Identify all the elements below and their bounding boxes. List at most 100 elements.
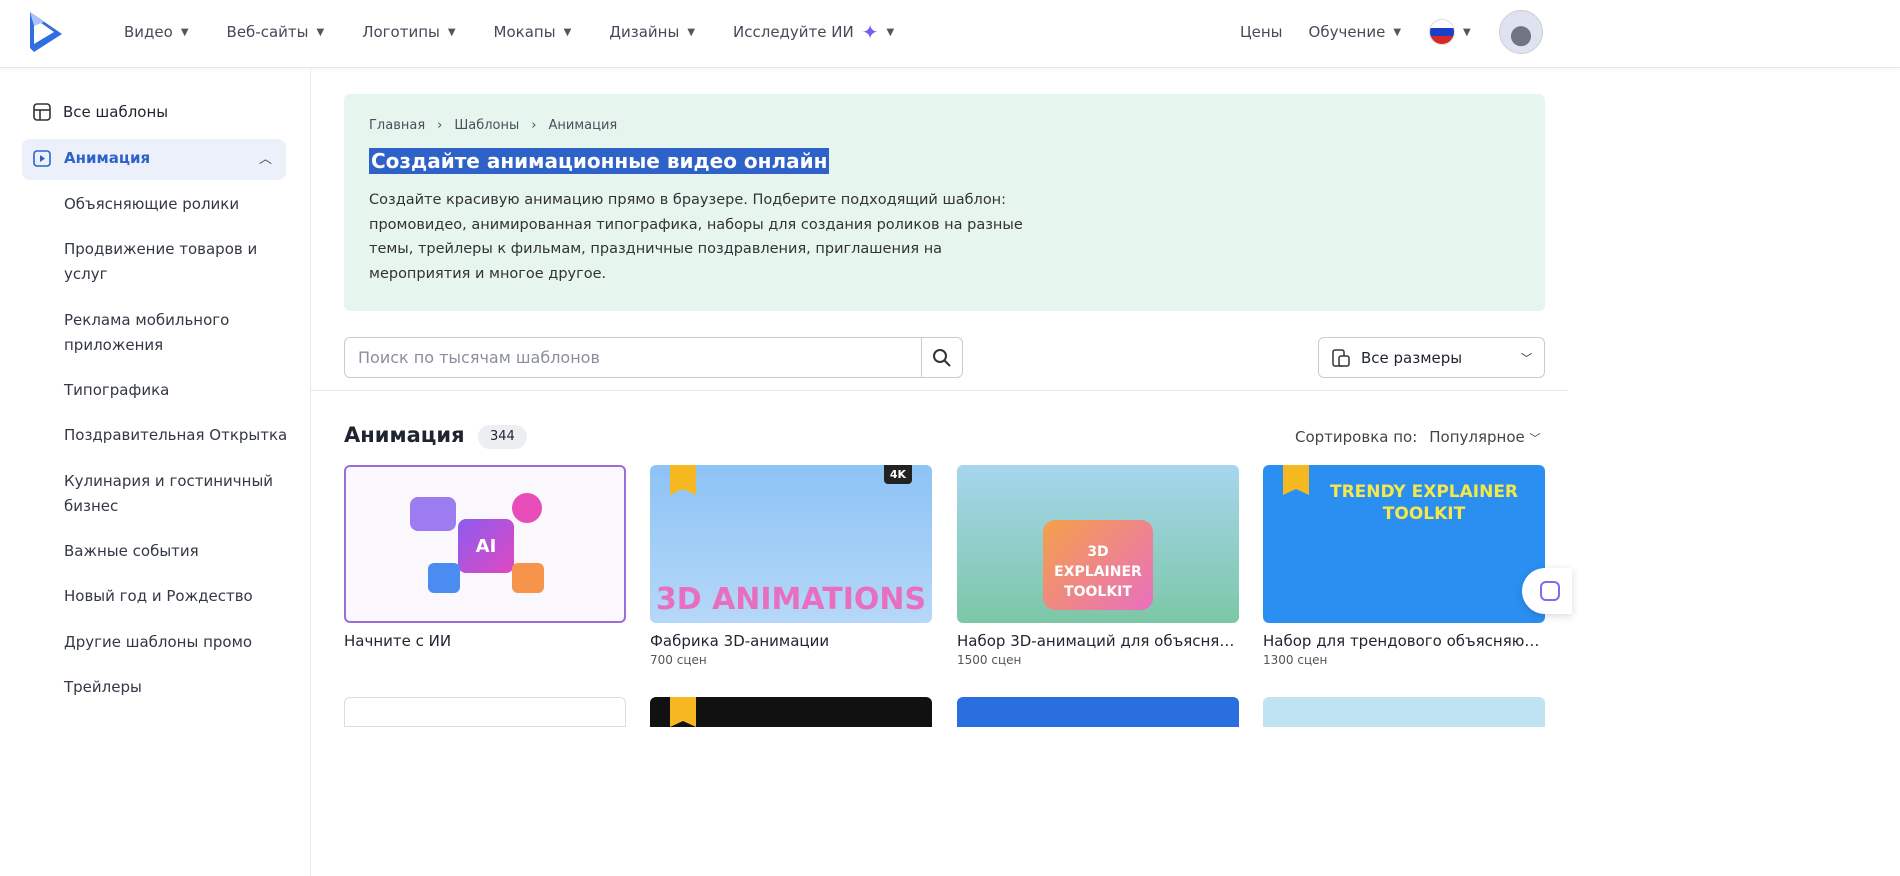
nav-pricing[interactable]: Цены (1240, 23, 1283, 41)
search-button[interactable] (921, 338, 962, 377)
template-card[interactable]: 4K 3D ANIMATIONS Фабрика 3D-анимации 700… (650, 465, 932, 667)
card-title: Набор для трендового объясняющего ролика (1263, 632, 1545, 650)
grid-icon (33, 103, 51, 121)
sort-label: Сортировка по: (1295, 428, 1418, 446)
sidebar-subitem[interactable]: Объясняющие ролики (64, 192, 294, 217)
card-thumbnail: TRENDY EXPLAINER TOOLKIT (1263, 465, 1545, 623)
sidebar-label: Все шаблоны (63, 103, 169, 121)
resize-icon (1332, 348, 1350, 367)
nav-websites[interactable]: Веб-сайты ▼ (227, 23, 325, 41)
caret-down-icon: ▼ (447, 26, 456, 38)
sidebar-subitem[interactable]: Поздравительная Открытка (64, 423, 294, 448)
card-title: Фабрика 3D-анимации (650, 632, 830, 650)
sidebar-subitem[interactable]: Новый год и Рождество (64, 584, 294, 609)
russia-flag-icon (1429, 19, 1456, 45)
sidebar: Все шаблоны Анимация ︿ Объясняющие ролик… (0, 69, 311, 876)
sparkle-icon: ✦ (861, 20, 879, 44)
nav-designs[interactable]: Дизайны ▼ (609, 23, 695, 41)
template-card[interactable] (650, 697, 932, 727)
sort-control: Сортировка по: Популярное ﹀ (1295, 428, 1541, 446)
card-scene-count: 700 сцен (650, 653, 707, 667)
template-card[interactable] (957, 697, 1239, 727)
search-icon (933, 348, 951, 367)
chevron-up-icon: ︿ (258, 152, 272, 167)
premium-crown-icon (670, 465, 696, 495)
size-filter-value: Все размеры (1361, 348, 1463, 367)
card-scene-count: 1500 сцен (957, 653, 1022, 667)
template-card[interactable]: 3D EXPLAINER TOOLKIT Набор 3D-анимаций д… (957, 465, 1239, 667)
page-description: Создайте красивую анимацию прямо в брауз… (369, 192, 1023, 282)
template-card[interactable]: AI Начните с ИИ (344, 465, 626, 650)
chevron-down-icon: ﹀ (1521, 351, 1532, 365)
caret-down-icon: ▼ (563, 26, 572, 38)
logo[interactable] (28, 12, 64, 56)
sidebar-subitem[interactable]: Продвижение товаров и услуг (64, 237, 294, 287)
card-title: Набор 3D-анимаций для объясняющих ролико… (957, 632, 1239, 650)
premium-crown-icon (1283, 465, 1309, 495)
breadcrumb-current: Анимация (548, 118, 618, 133)
language-selector[interactable]: ▼ (1429, 19, 1471, 45)
thumbnail-text: TRENDY EXPLAINER TOOLKIT (1329, 482, 1519, 524)
nav-video[interactable]: Видео ▼ (124, 23, 189, 41)
nav-label: Мокапы (493, 23, 556, 41)
nav-label: Логотипы (362, 23, 440, 41)
top-header: Видео ▼ Веб-сайты ▼ Логотипы ▼ Мокапы ▼ Диза… (0, 0, 1900, 68)
nav-label: Цены (1240, 23, 1283, 41)
sidebar-subitem[interactable]: Другие шаблоны промо (64, 630, 294, 655)
chevron-down-icon: ﹀ (1529, 432, 1541, 445)
sort-dropdown[interactable]: Популярное ﹀ (1429, 428, 1540, 446)
template-card[interactable] (344, 697, 626, 727)
nav-label: Исследуйте ИИ (733, 23, 854, 41)
sidebar-subitem[interactable]: Трейлеры (64, 675, 294, 700)
caret-down-icon: ▼ (687, 26, 696, 38)
chevron-right-icon: › (437, 118, 443, 133)
breadcrumb: Главная › Шаблоны › Анимация (369, 118, 617, 133)
section-title: Анимация (344, 423, 465, 447)
sidebar-subitem[interactable]: Типографика (64, 378, 294, 403)
premium-crown-icon (670, 697, 696, 727)
nav-label: Видео (124, 23, 173, 41)
size-filter-dropdown[interactable]: Все размеры ﹀ (1318, 337, 1545, 378)
card-scene-count: 1300 сцен (1263, 653, 1328, 667)
template-card[interactable] (1263, 697, 1545, 727)
caret-down-icon: ▼ (180, 26, 189, 38)
ai-assistant-button[interactable] (1522, 568, 1572, 614)
divider (311, 390, 1568, 391)
4k-badge: 4K (883, 465, 912, 484)
nav-mockups[interactable]: Мокапы ▼ (494, 23, 572, 41)
sort-value: Популярное (1429, 428, 1525, 446)
nav-label: Дизайны (609, 23, 680, 41)
search-input[interactable] (345, 338, 921, 377)
breadcrumb-home[interactable]: Главная (369, 118, 425, 133)
card-thumbnail: 3D EXPLAINER TOOLKIT (957, 465, 1239, 623)
nav-explore-ai[interactable]: Исследуйте ИИ ✦ ▼ (733, 20, 894, 44)
ai-icon: AI (458, 519, 514, 573)
thumbnail-text: 3D EXPLAINER TOOLKIT (1043, 520, 1153, 610)
caret-down-icon: ▼ (1393, 26, 1402, 38)
user-avatar[interactable] (1498, 10, 1543, 54)
search-bar (344, 337, 963, 378)
caret-down-icon: ▼ (316, 26, 325, 38)
nav-logos[interactable]: Логотипы ▼ (362, 23, 455, 41)
card-thumbnail: AI (344, 465, 626, 623)
count-badge: 344 (478, 425, 527, 449)
card-title: Начните с ИИ (344, 632, 452, 650)
nav-learning[interactable]: Обучение ▼ (1309, 23, 1402, 41)
sidebar-subitem[interactable]: Реклама мобильного приложения (64, 308, 244, 358)
sidebar-subitem[interactable]: Важные события (64, 539, 294, 564)
ai-assistant-icon (1540, 581, 1560, 601)
chevron-right-icon: › (531, 118, 537, 133)
page-title: Создайте анимационные видео онлайн (369, 148, 830, 174)
sidebar-item-all-templates[interactable]: Все шаблоны (33, 103, 168, 121)
caret-down-icon: ▼ (1463, 26, 1471, 38)
caret-down-icon: ▼ (886, 26, 895, 38)
hero-banner: Главная › Шаблоны › Анимация Создайте аним… (344, 94, 1545, 311)
video-play-icon (33, 150, 51, 167)
nav-label: Веб-сайты (226, 23, 309, 41)
sidebar-subitem[interactable]: Кулинария и гостиничный бизнес (64, 469, 279, 519)
template-card[interactable]: TRENDY EXPLAINER TOOLKIT Набор для тренд… (1263, 465, 1545, 667)
breadcrumb-templates[interactable]: Шаблоны (454, 118, 519, 133)
card-thumbnail: 4K 3D ANIMATIONS (650, 465, 932, 623)
sidebar-label: Анимация (64, 149, 151, 167)
sidebar-item-animation[interactable]: Анимация ︿ (22, 139, 286, 180)
